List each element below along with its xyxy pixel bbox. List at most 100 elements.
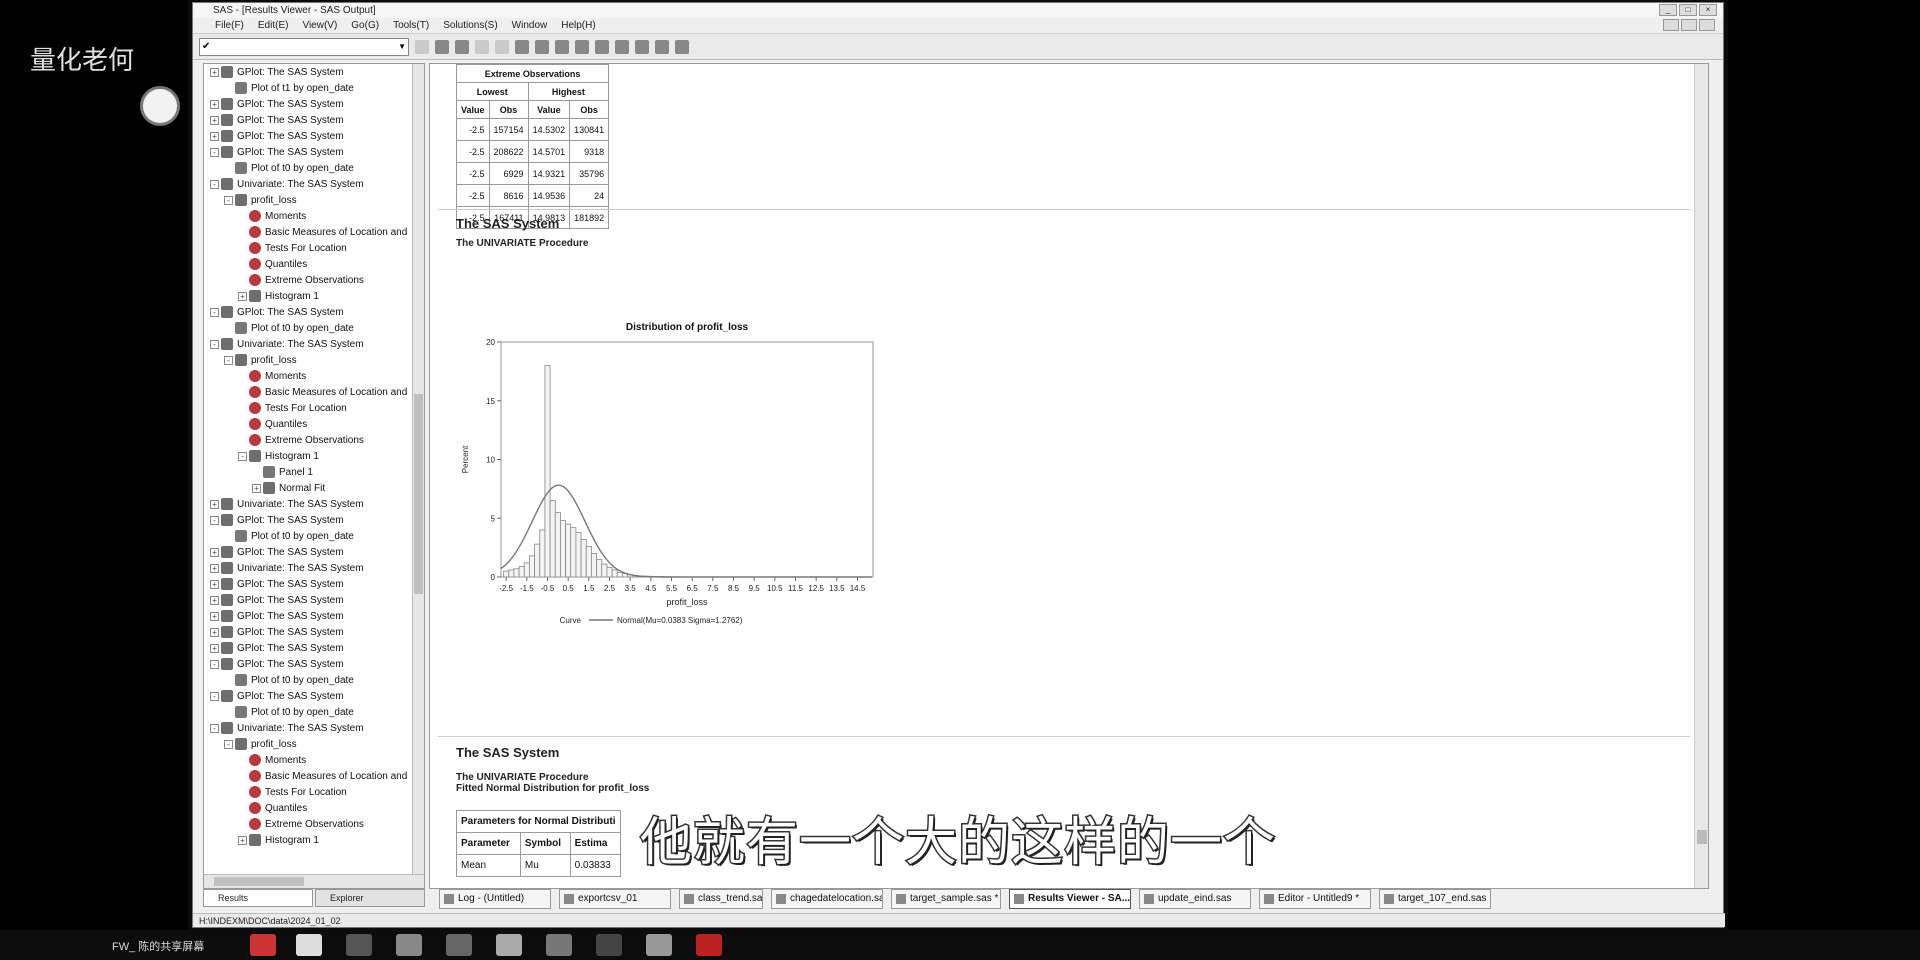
app-icon[interactable]: [346, 934, 372, 956]
collapse-icon[interactable]: -: [210, 179, 219, 189]
app-icon[interactable]: [596, 934, 622, 956]
undo-icon[interactable]: [575, 39, 589, 54]
tree-item[interactable]: + GPlot: The SAS System: [204, 640, 424, 656]
tree-item[interactable]: Plot of t0 by open_date: [204, 704, 424, 720]
tree-item[interactable]: - GPlot: The SAS System: [204, 512, 424, 528]
copy-icon[interactable]: [535, 39, 549, 54]
expand-icon[interactable]: +: [210, 579, 219, 589]
tree-item[interactable]: - GPlot: The SAS System: [204, 304, 424, 320]
tree-item[interactable]: - profit_loss: [204, 352, 424, 368]
viewer-vertical-scrollbar[interactable]: [1694, 64, 1708, 888]
tree-item[interactable]: + GPlot: The SAS System: [204, 64, 424, 80]
tree-item[interactable]: Plot of t0 by open_date: [204, 528, 424, 544]
save-icon[interactable]: [455, 39, 469, 54]
maximize-button[interactable]: □: [1679, 4, 1697, 16]
cut-icon[interactable]: [515, 39, 529, 54]
inner-close-button[interactable]: [1699, 19, 1715, 31]
tree-item[interactable]: + GPlot: The SAS System: [204, 128, 424, 144]
expand-icon[interactable]: +: [210, 115, 219, 125]
expand-icon[interactable]: +: [210, 499, 219, 509]
tree-item[interactable]: + Univariate: The SAS System: [204, 560, 424, 576]
tree-item[interactable]: + Univariate: The SAS System: [204, 496, 424, 512]
tree-item[interactable]: - GPlot: The SAS System: [204, 656, 424, 672]
chevron-down-icon[interactable]: ▼: [398, 39, 406, 55]
collapse-icon[interactable]: -: [210, 515, 219, 525]
tree-item[interactable]: + GPlot: The SAS System: [204, 112, 424, 128]
tree-item[interactable]: Tests For Location: [204, 240, 424, 256]
collapse-icon[interactable]: -: [210, 691, 219, 701]
tree-item[interactable]: Tests For Location: [204, 784, 424, 800]
tree-item[interactable]: Tests For Location: [204, 400, 424, 416]
expand-icon[interactable]: +: [238, 291, 247, 301]
expand-icon[interactable]: +: [238, 835, 247, 845]
run-icon[interactable]: [595, 39, 609, 54]
tree-horizontal-scrollbar[interactable]: [204, 874, 424, 888]
minimize-button[interactable]: _: [1659, 4, 1677, 16]
collapse-icon[interactable]: -: [224, 739, 233, 749]
window-tab[interactable]: update_eind.sas: [1139, 889, 1251, 909]
help-icon[interactable]: [635, 39, 649, 54]
menu-item[interactable]: Edit(E): [258, 18, 289, 33]
window-tab[interactable]: target_sample.sas *: [891, 889, 1001, 909]
tree-item[interactable]: - GPlot: The SAS System: [204, 144, 424, 160]
expand-icon[interactable]: +: [210, 563, 219, 573]
tree-item[interactable]: Moments: [204, 368, 424, 384]
stop-icon[interactable]: [615, 39, 629, 54]
tree-item[interactable]: Plot of t0 by open_date: [204, 160, 424, 176]
window-tab[interactable]: exportcsv_01: [559, 889, 671, 909]
preview-icon[interactable]: [495, 39, 509, 54]
collapse-icon[interactable]: -: [210, 307, 219, 317]
app-icon[interactable]: [546, 934, 572, 956]
command-box[interactable]: ✔ ▼: [199, 37, 409, 56]
app-icon[interactable]: [696, 934, 722, 956]
tree-item[interactable]: Basic Measures of Location and: [204, 384, 424, 400]
expand-icon[interactable]: +: [210, 99, 219, 109]
expand-icon[interactable]: +: [252, 483, 261, 493]
tree-item[interactable]: Plot of t0 by open_date: [204, 320, 424, 336]
menu-item[interactable]: Help(H): [561, 18, 595, 33]
expand-icon[interactable]: +: [210, 547, 219, 557]
collapse-icon[interactable]: -: [210, 147, 219, 157]
tree-item[interactable]: - Univariate: The SAS System: [204, 336, 424, 352]
inner-minimize-button[interactable]: [1663, 19, 1679, 31]
collapse-icon[interactable]: -: [210, 339, 219, 349]
tree-item[interactable]: - Histogram 1: [204, 448, 424, 464]
collapse-icon[interactable]: -: [224, 195, 233, 205]
open-icon[interactable]: [435, 39, 449, 54]
tree-item[interactable]: - profit_loss: [204, 736, 424, 752]
app-icon[interactable]: [446, 934, 472, 956]
expand-icon[interactable]: +: [210, 643, 219, 653]
expand-icon[interactable]: +: [210, 627, 219, 637]
tree-item[interactable]: Extreme Observations: [204, 432, 424, 448]
app-icon[interactable]: [496, 934, 522, 956]
window-tab[interactable]: class_trend.sas: [679, 889, 763, 909]
expand-icon[interactable]: +: [210, 67, 219, 77]
tree-item[interactable]: - profit_loss: [204, 192, 424, 208]
menu-item[interactable]: View(V): [302, 18, 337, 33]
scroll-thumb[interactable]: [1697, 830, 1707, 844]
close-button[interactable]: ×: [1699, 4, 1717, 16]
menu-item[interactable]: Window: [512, 18, 548, 33]
tree-item[interactable]: + Normal Fit: [204, 480, 424, 496]
inner-restore-button[interactable]: [1681, 19, 1697, 31]
print-icon[interactable]: [475, 39, 489, 54]
tree-item[interactable]: + GPlot: The SAS System: [204, 592, 424, 608]
tree-item[interactable]: Quantiles: [204, 416, 424, 432]
tree-item[interactable]: Extreme Observations: [204, 816, 424, 832]
tree-item[interactable]: Extreme Observations: [204, 272, 424, 288]
tree-item[interactable]: - Univariate: The SAS System: [204, 720, 424, 736]
window-tab[interactable]: target_107_end.sas: [1379, 889, 1491, 909]
tree-item[interactable]: + Histogram 1: [204, 288, 424, 304]
tree-item[interactable]: Panel 1: [204, 464, 424, 480]
paste-icon[interactable]: [555, 39, 569, 54]
window-tab[interactable]: Results Viewer - SA...: [1009, 889, 1131, 909]
collapse-icon[interactable]: -: [210, 659, 219, 669]
chrome-icon[interactable]: [296, 934, 322, 956]
tree-item[interactable]: Moments: [204, 752, 424, 768]
menu-item[interactable]: File(F): [215, 18, 244, 33]
font-icon[interactable]: [655, 39, 669, 54]
tree-item[interactable]: - GPlot: The SAS System: [204, 688, 424, 704]
menu-item[interactable]: Go(G): [351, 18, 379, 33]
tree-item[interactable]: + GPlot: The SAS System: [204, 624, 424, 640]
tree-item[interactable]: + GPlot: The SAS System: [204, 576, 424, 592]
